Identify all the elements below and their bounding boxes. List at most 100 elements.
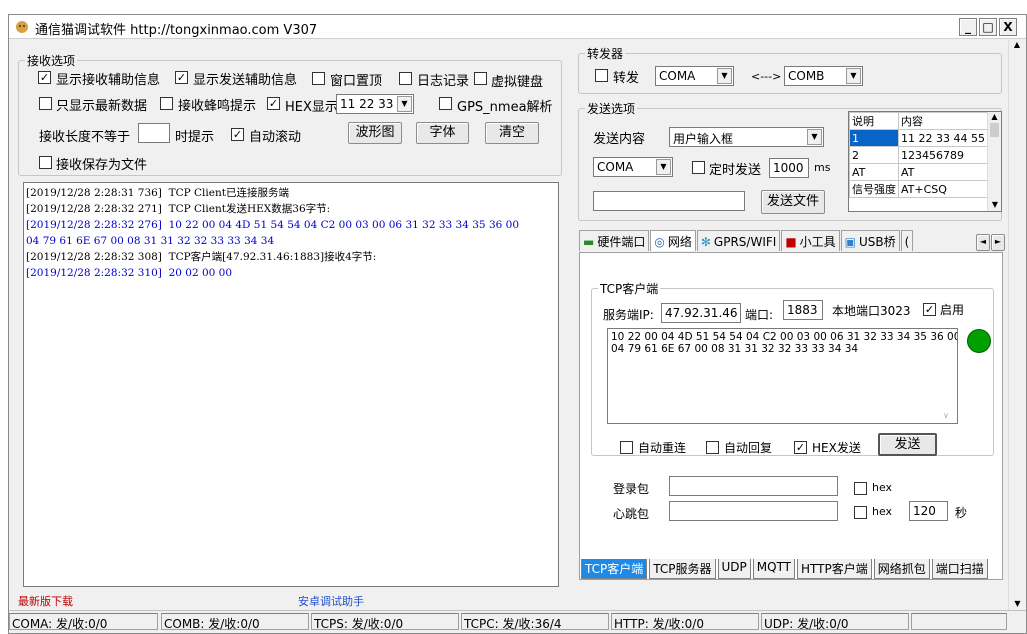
tab-network[interactable]: ◎ 网络 [650, 230, 696, 251]
autoscroll-checkbox[interactable]: ✓ [231, 128, 244, 141]
forward-arrow-label: <---> [751, 70, 782, 83]
scroll-thumb[interactable] [990, 123, 999, 137]
port-input[interactable]: 1883 [783, 300, 823, 320]
tcp-send-textarea[interactable]: 10 22 00 04 4D 51 54 54 04 C2 00 03 00 0… [607, 328, 958, 424]
android-helper-link[interactable]: 安卓调试助手 [298, 593, 364, 609]
virtual-keyboard-label: 虚拟键盘 [491, 75, 544, 90]
virtual-keyboard-checkbox[interactable] [474, 72, 487, 85]
minimize-button[interactable]: _ [959, 18, 977, 36]
save-file-checkbox[interactable] [39, 156, 52, 169]
table-row[interactable]: 2 123456789 [849, 146, 988, 164]
log-line: [2019/12/28 2:28:31 736] TCP Client已连接服务… [26, 187, 289, 199]
enable-checkbox[interactable]: ✓ [923, 303, 936, 316]
login-packet-input[interactable] [669, 476, 838, 496]
font-button[interactable]: 字体 [416, 122, 469, 144]
chevron-up-icon[interactable]: ▲ [988, 112, 1001, 121]
table-row[interactable]: 信号强度 AT+CSQ [849, 180, 988, 198]
table-cell: 信号强度 [849, 180, 899, 198]
autoscroll-label: 自动滚动 [249, 130, 302, 145]
tab-udp[interactable]: UDP [717, 559, 751, 579]
heartbeat-input[interactable] [669, 501, 838, 521]
send-content-label: 发送内容 [593, 132, 646, 147]
main-window: 通信猫调试软件 http://tongxinmao.com V307 _ □ X… [8, 14, 1027, 634]
table-cell: 123456789 [898, 146, 988, 164]
table-cell: AT+CSQ [898, 180, 988, 198]
chevron-down-icon[interactable]: ▼ [397, 96, 412, 112]
send-port-combo[interactable]: COMA ▼ [593, 157, 673, 177]
file-path-input[interactable] [593, 191, 745, 211]
send-button[interactable]: 发送 [878, 433, 937, 456]
chevron-down-icon[interactable]: ▼ [807, 129, 822, 145]
heartbeat-hex-label: hex [872, 505, 893, 518]
beep-checkbox[interactable] [160, 97, 173, 110]
table-row[interactable]: AT AT [849, 163, 988, 181]
tab-scroll-left-button[interactable]: ◄ [976, 234, 990, 251]
hex-send-checkbox[interactable]: ✓ [794, 441, 807, 454]
chevron-down-icon[interactable]: ▼ [656, 159, 671, 175]
connection-status-indicator [967, 329, 991, 353]
waveform-button[interactable]: 波形图 [348, 122, 402, 144]
chevron-down-icon[interactable]: ▼ [1009, 599, 1026, 608]
beep-label: 接收蜂鸣提示 [178, 99, 257, 114]
command-table[interactable]: 说明 内容 1 11 22 33 44 55 2 123456789 AT AT… [848, 111, 1002, 212]
receive-log[interactable]: [2019/12/28 2:28:31 736] TCP Client已连接服务… [23, 182, 559, 587]
receive-options-legend: 接收选项 [27, 54, 76, 68]
forward-checkbox[interactable] [595, 69, 608, 82]
tab-hardware-port[interactable]: ▬ 硬件端口 [579, 230, 650, 251]
tab-scroll-right-button[interactable]: ► [991, 234, 1005, 251]
length-input[interactable] [138, 123, 170, 143]
server-ip-input[interactable]: 47.92.31.46 [661, 303, 741, 323]
tab-more[interactable]: ( [900, 230, 914, 251]
tab-tcp-client[interactable]: TCP客户端 [581, 559, 648, 579]
tab-http-client[interactable]: HTTP客户端 [797, 559, 872, 579]
maximize-button[interactable]: □ [979, 18, 997, 36]
tab-gprs-wifi[interactable]: ✻ GPRS/WIFI [696, 230, 781, 251]
auto-reconnect-checkbox[interactable] [620, 441, 633, 454]
forward-from-combo[interactable]: COMA ▼ [655, 66, 734, 86]
forward-to-combo[interactable]: COMB ▼ [784, 66, 863, 86]
topmost-checkbox[interactable] [312, 72, 325, 85]
hex-display-label: HEX显示 [285, 100, 338, 115]
hex-display-combo[interactable]: 11 22 33 ▼ [336, 94, 414, 114]
timed-send-checkbox[interactable] [692, 161, 705, 174]
close-button[interactable]: X [999, 18, 1017, 36]
chevron-down-icon[interactable]: ▼ [988, 200, 1001, 209]
login-hex-checkbox[interactable] [854, 482, 867, 495]
log-line: [2019/12/28 2:28:32 310] 20 02 00 00 [26, 267, 233, 279]
send-file-button[interactable]: 发送文件 [761, 190, 825, 214]
gps-label: GPS_nmea解析 [457, 100, 553, 115]
log-checkbox[interactable] [399, 72, 412, 85]
heartbeat-label: 心跳包 [613, 507, 650, 521]
chevron-down-icon[interactable]: ▼ [717, 68, 732, 84]
tab-packet-capture[interactable]: 网络抓包 [873, 559, 930, 579]
latest-only-checkbox[interactable] [39, 97, 52, 110]
interval-input[interactable]: 1000 [769, 158, 809, 178]
chevron-up-icon[interactable]: ▲ [1009, 40, 1025, 49]
auto-reply-checkbox[interactable] [706, 441, 719, 454]
hex-display-checkbox[interactable]: ✓ [267, 97, 280, 110]
tab-port-scan[interactable]: 端口扫描 [931, 559, 988, 579]
table-scrollbar[interactable]: ▲ ▼ [987, 112, 1001, 211]
status-bar: COMA: 发/收:0/0 COMB: 发/收:0/0 TCPS: 发/收:0/… [9, 610, 1026, 632]
heartbeat-interval-input[interactable]: 120 [909, 501, 948, 521]
window-scrollbar[interactable]: ▲ ▼ [1008, 40, 1025, 610]
log-line: [2019/12/28 2:28:32 276] 10 22 00 04 4D … [26, 219, 520, 231]
latest-download-link[interactable]: 最新版下载 [18, 593, 73, 609]
tab-mqtt[interactable]: MQTT [752, 559, 796, 579]
toolbox-icon: ■ [785, 234, 797, 249]
show-send-aux-checkbox[interactable]: ✓ [175, 71, 188, 84]
gps-checkbox[interactable] [439, 97, 452, 110]
tab-tcp-server[interactable]: TCP服务器 [649, 559, 716, 579]
send-content-combo[interactable]: 用户输入框 ▼ [669, 127, 824, 147]
table-row[interactable]: 1 11 22 33 44 55 [849, 129, 988, 147]
hex-display-value: 11 22 33 [340, 97, 394, 111]
show-recv-aux-checkbox[interactable]: ✓ [38, 71, 51, 84]
tab-usb-bridge[interactable]: ▣ USB桥 [840, 230, 900, 251]
table-cell: 11 22 33 44 55 [898, 129, 988, 147]
log-line: [2019/12/28 2:28:32 271] TCP Client发送HEX… [26, 203, 331, 215]
tab-tools[interactable]: ■ 小工具 [781, 230, 840, 251]
chevron-down-icon[interactable]: ▼ [846, 68, 861, 84]
heartbeat-hex-checkbox[interactable] [854, 506, 867, 519]
clear-button[interactable]: 清空 [485, 122, 539, 144]
tab-label: USB桥 [859, 235, 896, 249]
